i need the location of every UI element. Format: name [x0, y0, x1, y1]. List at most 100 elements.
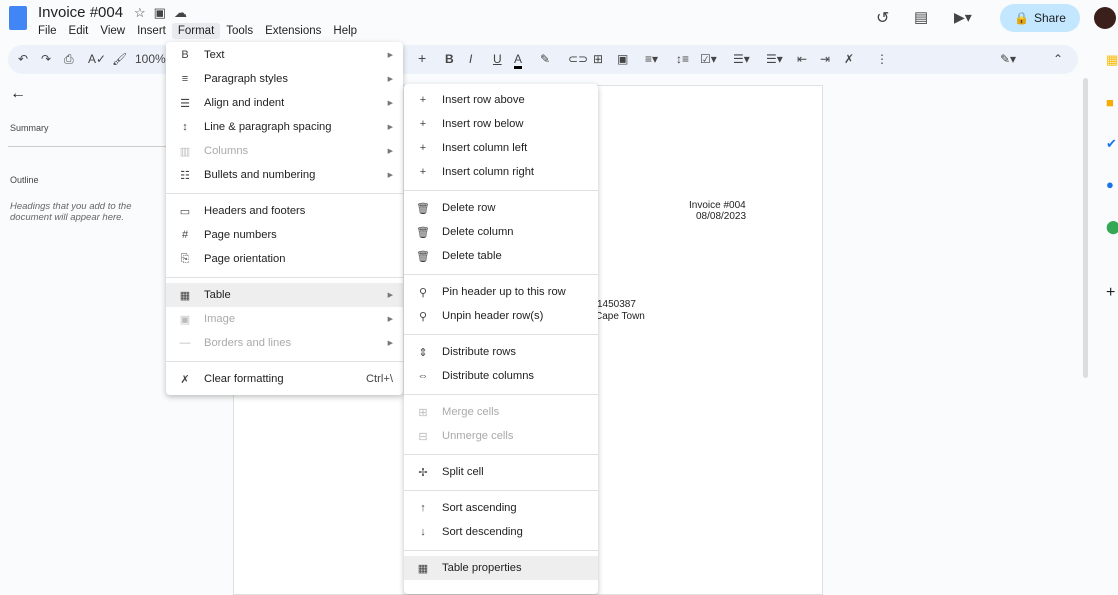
meet-icon[interactable]: ▶▾: [954, 9, 972, 26]
back-arrow-icon[interactable]: ←: [10, 85, 26, 103]
menu-format[interactable]: Format: [171, 23, 221, 39]
menu-insert[interactable]: Insert: [131, 23, 172, 39]
menu-item-headers-and-footers[interactable]: ▭ Headers and footers: [166, 199, 403, 223]
menu-item-page-orientation[interactable]: ⎘ Page orientation: [166, 247, 403, 271]
insert-column-right-icon: +: [419, 166, 427, 178]
menu-item-label: Page numbers: [204, 229, 277, 241]
menu-item-unpin-header-row-s[interactable]: ⚲ Unpin header row(s): [404, 304, 598, 328]
menu-file[interactable]: File: [32, 23, 63, 39]
menu-item-distribute-columns[interactable]: ⇔ Distribute columns: [404, 364, 598, 388]
menu-item-insert-row-above[interactable]: + Insert row above: [404, 88, 598, 112]
comment-icon[interactable]: ⊞: [593, 52, 603, 66]
numbered-list-icon[interactable]: ☰▾: [766, 52, 783, 66]
text-color-icon[interactable]: A: [514, 52, 523, 69]
menu-item-paragraph-styles[interactable]: ≡ Paragraph styles ▶: [166, 67, 403, 91]
scrollbar[interactable]: [1083, 78, 1088, 378]
contacts-icon[interactable]: ●: [1106, 177, 1114, 192]
summary-label: Summary: [10, 123, 49, 133]
menu-item-table[interactable]: ▦ Table ▶: [166, 283, 403, 307]
menu-item-label: Unpin header row(s): [442, 310, 544, 322]
keep-icon[interactable]: ■: [1106, 95, 1114, 110]
menu-item-insert-column-right[interactable]: + Insert column right: [404, 160, 598, 184]
editing-mode-icon[interactable]: ✎▾: [1000, 52, 1016, 66]
menu-item-sort-descending[interactable]: ↓ Sort descending: [404, 520, 598, 544]
menu-edit[interactable]: Edit: [63, 23, 95, 39]
menu-item-line-paragraph-spacing[interactable]: ↕ Line & paragraph spacing ▶: [166, 115, 403, 139]
menu-item-label: Sort ascending: [442, 502, 517, 514]
decrease-indent-icon[interactable]: ⇤: [797, 52, 807, 66]
share-button[interactable]: 🔒 Share: [1000, 4, 1080, 32]
avatar[interactable]: [1094, 7, 1116, 29]
bold-icon[interactable]: B: [445, 52, 454, 66]
menu-view[interactable]: View: [94, 23, 131, 39]
menu-item-label: Merge cells: [442, 406, 500, 418]
more-icon[interactable]: ⋮: [876, 52, 888, 66]
clear-formatting-icon[interactable]: ✗: [844, 52, 854, 66]
menu-item-bullets-and-numbering[interactable]: ☷ Bullets and numbering ▶: [166, 163, 403, 187]
menu-item-pin-header-up-to-this-row[interactable]: ⚲ Pin header up to this row: [404, 280, 598, 304]
add-addon-icon[interactable]: +: [1106, 284, 1115, 302]
menu-item-sort-ascending[interactable]: ↑ Sort ascending: [404, 496, 598, 520]
menu-item-label: Split cell: [442, 466, 484, 478]
menu-help[interactable]: Help: [327, 23, 363, 39]
menu-item-unmerge-cells[interactable]: ⊟ Unmerge cells: [404, 424, 598, 448]
increase-font-icon[interactable]: +: [418, 50, 426, 66]
menu-item-merge-cells[interactable]: ⊞ Merge cells: [404, 400, 598, 424]
maps-icon[interactable]: ⬤: [1106, 219, 1118, 235]
docs-logo[interactable]: [9, 6, 27, 30]
highlight-icon[interactable]: ✎: [540, 52, 550, 66]
move-folder-icon[interactable]: ▣: [154, 5, 174, 20]
menu-item-label: Insert column left: [442, 142, 528, 154]
menu-item-insert-row-below[interactable]: + Insert row below: [404, 112, 598, 136]
line-spacing-icon[interactable]: ↕≡: [676, 52, 689, 66]
spellcheck-icon[interactable]: A✓: [88, 52, 106, 66]
zoom-select[interactable]: 100%: [135, 52, 166, 66]
menu-item-label: Borders and lines: [204, 337, 292, 349]
menu-item-delete-row[interactable]: 🗑 Delete row: [404, 196, 598, 220]
insert-row-below-icon: +: [419, 118, 427, 130]
menu-item-align-and-indent[interactable]: ☰ Align and indent ▶: [166, 91, 403, 115]
redo-icon[interactable]: ↷: [41, 52, 51, 66]
document-title[interactable]: Invoice #004: [38, 4, 123, 21]
link-icon[interactable]: ⊂⊃: [568, 52, 588, 66]
menu-item-page-numbers[interactable]: # Page numbers: [166, 223, 403, 247]
menu-item-columns[interactable]: ▥ Columns ▶: [166, 139, 403, 163]
cloud-status-icon[interactable]: ☁: [174, 5, 195, 20]
print-icon[interactable]: ⎙: [64, 52, 74, 67]
star-icon[interactable]: ☆: [134, 5, 154, 20]
menu-item-label: Line & paragraph spacing: [204, 121, 332, 133]
underline-icon[interactable]: U: [493, 52, 502, 66]
undo-icon[interactable]: ↶: [18, 52, 28, 66]
menu-item-label: Table properties: [442, 562, 522, 574]
checklist-icon[interactable]: ☑▾: [700, 52, 717, 66]
menu-item-insert-column-left[interactable]: + Insert column left: [404, 136, 598, 160]
align-icon[interactable]: ≡▾: [645, 52, 658, 66]
comments-icon[interactable]: ▤: [914, 8, 928, 26]
menu-separator: [404, 484, 598, 496]
menu-item-borders-and-lines[interactable]: — Borders and lines ▶: [166, 331, 403, 355]
menu-item-split-cell[interactable]: ✢ Split cell: [404, 460, 598, 484]
tasks-icon[interactable]: ✔: [1106, 136, 1117, 152]
menu-item-delete-column[interactable]: 🗑 Delete column: [404, 220, 598, 244]
bullet-list-icon[interactable]: ☰▾: [733, 52, 750, 66]
italic-icon[interactable]: I: [469, 52, 472, 66]
doc-line-2: Cape Town: [595, 311, 645, 322]
menu-tools[interactable]: Tools: [220, 23, 259, 39]
menu-item-text[interactable]: B Text ▶: [166, 43, 403, 67]
image-icon[interactable]: ▣: [617, 52, 628, 66]
history-icon[interactable]: ↺: [876, 8, 889, 28]
menu-item-image[interactable]: ▣ Image ▶: [166, 307, 403, 331]
image-icon: ▣: [179, 313, 191, 326]
menu-item-delete-table[interactable]: 🗑 Delete table: [404, 244, 598, 268]
calendar-icon[interactable]: ▦: [1106, 52, 1118, 68]
menu-item-table-properties[interactable]: ▦ Table properties: [404, 556, 598, 580]
menu-extensions[interactable]: Extensions: [259, 23, 327, 39]
unmerge-cells-icon: ⊟: [418, 430, 428, 443]
collapse-icon[interactable]: ⌃: [1053, 52, 1063, 66]
increase-indent-icon[interactable]: ⇥: [820, 52, 830, 66]
menu-item-distribute-rows[interactable]: ⇕ Distribute rows: [404, 340, 598, 364]
menu-item-clear-formatting[interactable]: ✗ Clear formatting Ctrl+\: [166, 367, 403, 391]
columns-icon: ▥: [179, 145, 191, 158]
paint-format-icon[interactable]: 🖌: [112, 52, 127, 66]
menu-item-label: Insert row below: [442, 118, 524, 130]
